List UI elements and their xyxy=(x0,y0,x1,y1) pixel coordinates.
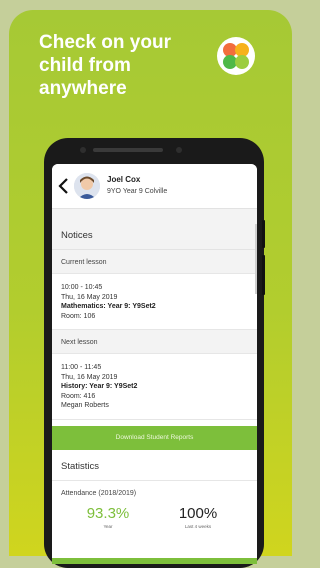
phone-sensor xyxy=(176,147,182,153)
attendance-stats: 93.3% Year 100% Last 4 weeks xyxy=(52,497,257,541)
next-lesson-date: Thu, 16 May 2019 xyxy=(61,373,118,381)
student-name: Joel Cox xyxy=(107,175,141,184)
current-lesson-heading: Current lesson xyxy=(52,250,257,274)
avatar-portrait-icon xyxy=(74,173,100,199)
app-logo-icon xyxy=(217,37,255,75)
student-avatar xyxy=(74,173,100,199)
attendance-recent: 100% Last 4 weeks xyxy=(168,505,228,529)
bottom-accent-strip xyxy=(52,558,257,564)
current-lesson-subject: Mathematics: Year 9: Y9Set2 xyxy=(61,303,156,310)
scrollbar[interactable] xyxy=(255,224,257,294)
current-lesson-time: 10:00 - 10:45 xyxy=(61,284,103,291)
student-header: Joel Cox 9YO Year 9 Colville xyxy=(52,164,257,209)
attendance-year-value: 93.3% xyxy=(86,504,130,522)
student-details: 9YO Year 9 Colville xyxy=(107,188,168,195)
attendance-year: 93.3% Year xyxy=(78,505,138,529)
phone-volume-button xyxy=(262,220,265,248)
current-lesson-date: Thu, 16 May 2019 xyxy=(61,293,118,301)
current-lesson-room: Room: 106 xyxy=(61,312,96,320)
phone-camera xyxy=(80,147,86,153)
phone-power-button xyxy=(262,255,265,295)
attendance-recent-value: 100% xyxy=(178,504,218,522)
statistics-title: Statistics xyxy=(52,449,257,481)
next-lesson-time: 11:00 - 11:45 xyxy=(61,364,102,371)
promo-headline: Check on your child from anywhere xyxy=(39,32,171,99)
next-lesson-card[interactable]: 11:00 - 11:45 Thu, 16 May 2019 History: … xyxy=(52,354,257,420)
phone-earpiece xyxy=(93,148,163,152)
app-screen: Joel Cox 9YO Year 9 Colville Notices Cur… xyxy=(52,164,257,564)
notices-title: Notices xyxy=(52,221,257,250)
next-lesson-room: Room: 416 xyxy=(61,392,96,400)
attendance-year-caption: Year xyxy=(103,523,113,529)
attendance-label: Attendance (2018/2019) xyxy=(61,489,137,497)
spacer xyxy=(52,209,257,221)
next-lesson-subject: History: Year 9: Y9Set2 xyxy=(61,383,138,390)
next-lesson-heading: Next lesson xyxy=(52,330,257,354)
next-lesson-teacher: Megan Roberts xyxy=(61,402,109,409)
current-lesson-card[interactable]: 10:00 - 10:45 Thu, 16 May 2019 Mathemati… xyxy=(52,274,257,330)
attendance-recent-caption: Last 4 weeks xyxy=(184,523,212,529)
back-arrow-icon[interactable] xyxy=(57,177,71,195)
download-reports-button[interactable]: Download Student Reports xyxy=(52,425,257,450)
